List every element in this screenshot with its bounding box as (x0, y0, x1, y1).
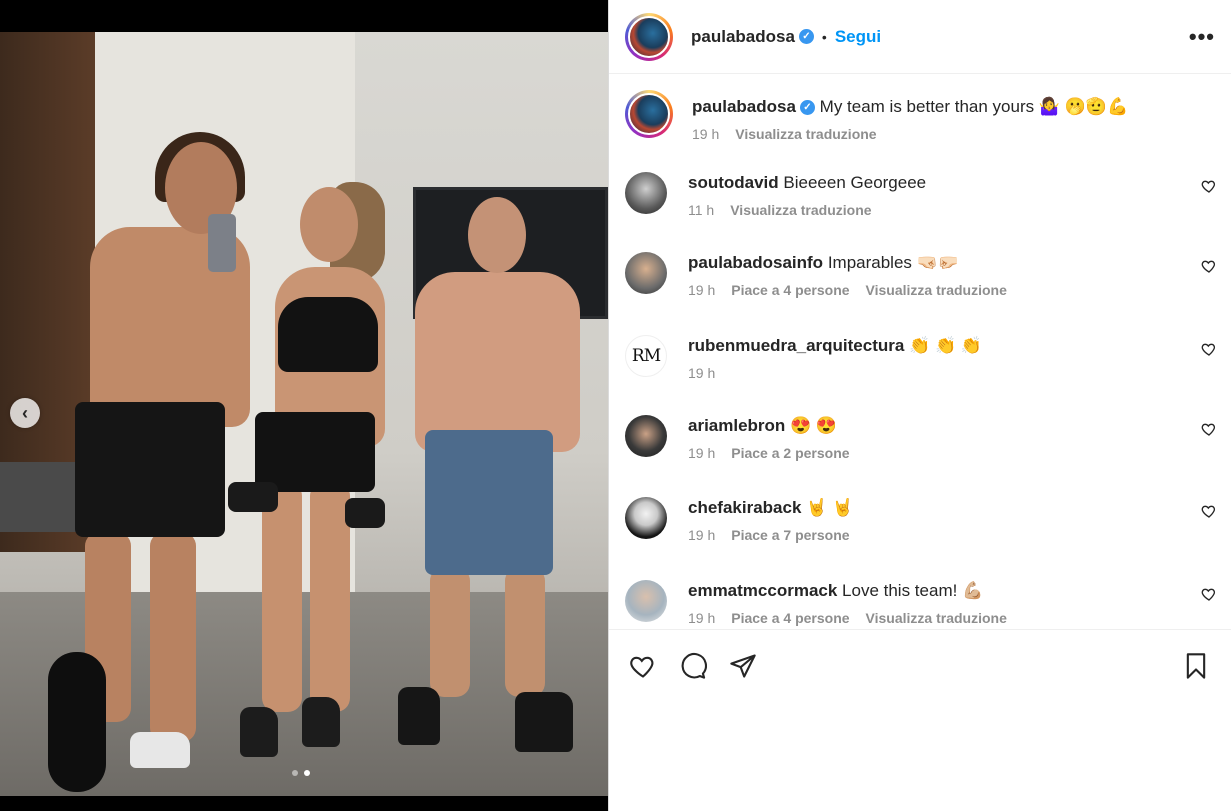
heart-icon[interactable] (1201, 178, 1217, 194)
comment-translate-link[interactable]: Visualizza traduzione (730, 202, 871, 218)
comment-username[interactable]: rubenmuedra_arquitectura (688, 336, 904, 355)
chevron-left-icon: ‹ (22, 402, 28, 423)
comment-text: Bieeeen Georgeee (783, 173, 927, 192)
avatar[interactable] (625, 497, 667, 539)
avatar[interactable] (625, 252, 667, 294)
comments-list[interactable]: paulabadosa ✓ My team is better than your… (609, 74, 1231, 627)
separator-dot: • (821, 28, 827, 45)
post-action-bar (609, 629, 1231, 701)
comment-likes[interactable]: Piace a 2 persone (731, 445, 849, 461)
comment-text: Love this team! 💪🏼 (842, 581, 984, 600)
comment-time[interactable]: 19 h (688, 365, 715, 381)
post-photo[interactable] (0, 32, 608, 796)
verified-badge-icon: ✓ (799, 100, 815, 116)
previous-slide-button[interactable]: ‹ (10, 398, 40, 428)
comment-text: 👏 👏 👏 (909, 336, 983, 355)
comment-text: 😍 😍 (790, 416, 838, 435)
list-item: emmatmccormack Love this team! 💪🏼 19 h P… (625, 580, 1225, 626)
avatar[interactable] (625, 172, 667, 214)
caption-time[interactable]: 19 h (692, 126, 719, 142)
avatar-monogram: RM (631, 346, 661, 366)
caption-text: My team is better than yours 🤷‍♀️ 🫢🫡💪 (819, 97, 1129, 116)
comment-time[interactable]: 19 h (688, 282, 715, 298)
heart-icon[interactable] (1201, 341, 1217, 357)
more-options-icon[interactable]: ••• (1189, 24, 1215, 50)
list-item: ariamlebron 😍 😍 19 h Piace a 2 persone (625, 415, 1225, 461)
photo-foam-roller (48, 652, 106, 792)
carousel-indicator (292, 770, 310, 776)
heart-icon[interactable] (1201, 503, 1217, 519)
heart-icon[interactable] (629, 652, 657, 680)
comment-username[interactable]: emmatmccormack (688, 581, 837, 600)
avatar[interactable] (625, 415, 667, 457)
bookmark-icon[interactable] (1182, 652, 1210, 680)
post-media: ‹ (0, 0, 608, 811)
heart-icon[interactable] (1201, 421, 1217, 437)
verified-badge-icon: ✓ (798, 29, 814, 44)
paper-plane-icon[interactable] (729, 652, 757, 680)
comment-time[interactable]: 19 h (688, 445, 715, 461)
photo-shelf (0, 462, 85, 532)
author-username[interactable]: paulabadosa (691, 27, 795, 47)
comment-translate-link[interactable]: Visualizza traduzione (866, 610, 1007, 626)
carousel-dot-active (304, 770, 310, 776)
comment-text: 🤘 🤘 (806, 498, 854, 517)
photo-dumbbell (345, 498, 385, 528)
comment-likes[interactable]: Piace a 7 persone (731, 527, 849, 543)
follow-button[interactable]: Segui (835, 27, 881, 47)
comment-time[interactable]: 11 h (688, 202, 714, 218)
post-sidebar: paulabadosa ✓ • Segui ••• paulabadosa ✓ M… (608, 0, 1231, 811)
comment-username[interactable]: chefakiraback (688, 498, 801, 517)
comment-translate-link[interactable]: Visualizza traduzione (866, 282, 1007, 298)
caption-author-avatar[interactable] (625, 90, 673, 138)
comment-username[interactable]: paulabadosainfo (688, 253, 823, 272)
comment-likes[interactable]: Piace a 4 persone (731, 282, 849, 298)
comment-time[interactable]: 19 h (688, 527, 715, 543)
list-item: RM rubenmuedra_arquitectura 👏 👏 👏 19 h (625, 335, 1225, 381)
comment-time[interactable]: 19 h (688, 610, 715, 626)
caption-translate-link[interactable]: Visualizza traduzione (735, 126, 876, 142)
comment-username[interactable]: ariamlebron (688, 416, 785, 435)
list-item: soutodavid Bieeeen Georgeee 11 h Visuali… (625, 172, 1225, 218)
heart-icon[interactable] (1201, 586, 1217, 602)
avatar[interactable]: RM (625, 335, 667, 377)
comment-likes[interactable]: Piace a 4 persone (731, 610, 849, 626)
caption-username[interactable]: paulabadosa (692, 97, 796, 116)
list-item: paulabadosainfo Imparables 🤜🏻🤛🏻 19 h Pia… (625, 252, 1225, 298)
comment-username[interactable]: soutodavid (688, 173, 779, 192)
post-caption: paulabadosa ✓ My team is better than your… (625, 90, 1225, 142)
list-item: chefakiraback 🤘 🤘 19 h Piace a 7 persone (625, 497, 1225, 543)
carousel-dot (292, 770, 298, 776)
comment-text: Imparables 🤜🏻🤛🏻 (827, 253, 959, 272)
panel-footer-space (609, 701, 1231, 811)
photo-dumbbell (228, 482, 278, 512)
post-header: paulabadosa ✓ • Segui ••• (609, 0, 1231, 74)
avatar[interactable] (625, 580, 667, 622)
comment-icon[interactable] (679, 652, 707, 680)
author-avatar[interactable] (625, 12, 673, 61)
heart-icon[interactable] (1201, 258, 1217, 274)
